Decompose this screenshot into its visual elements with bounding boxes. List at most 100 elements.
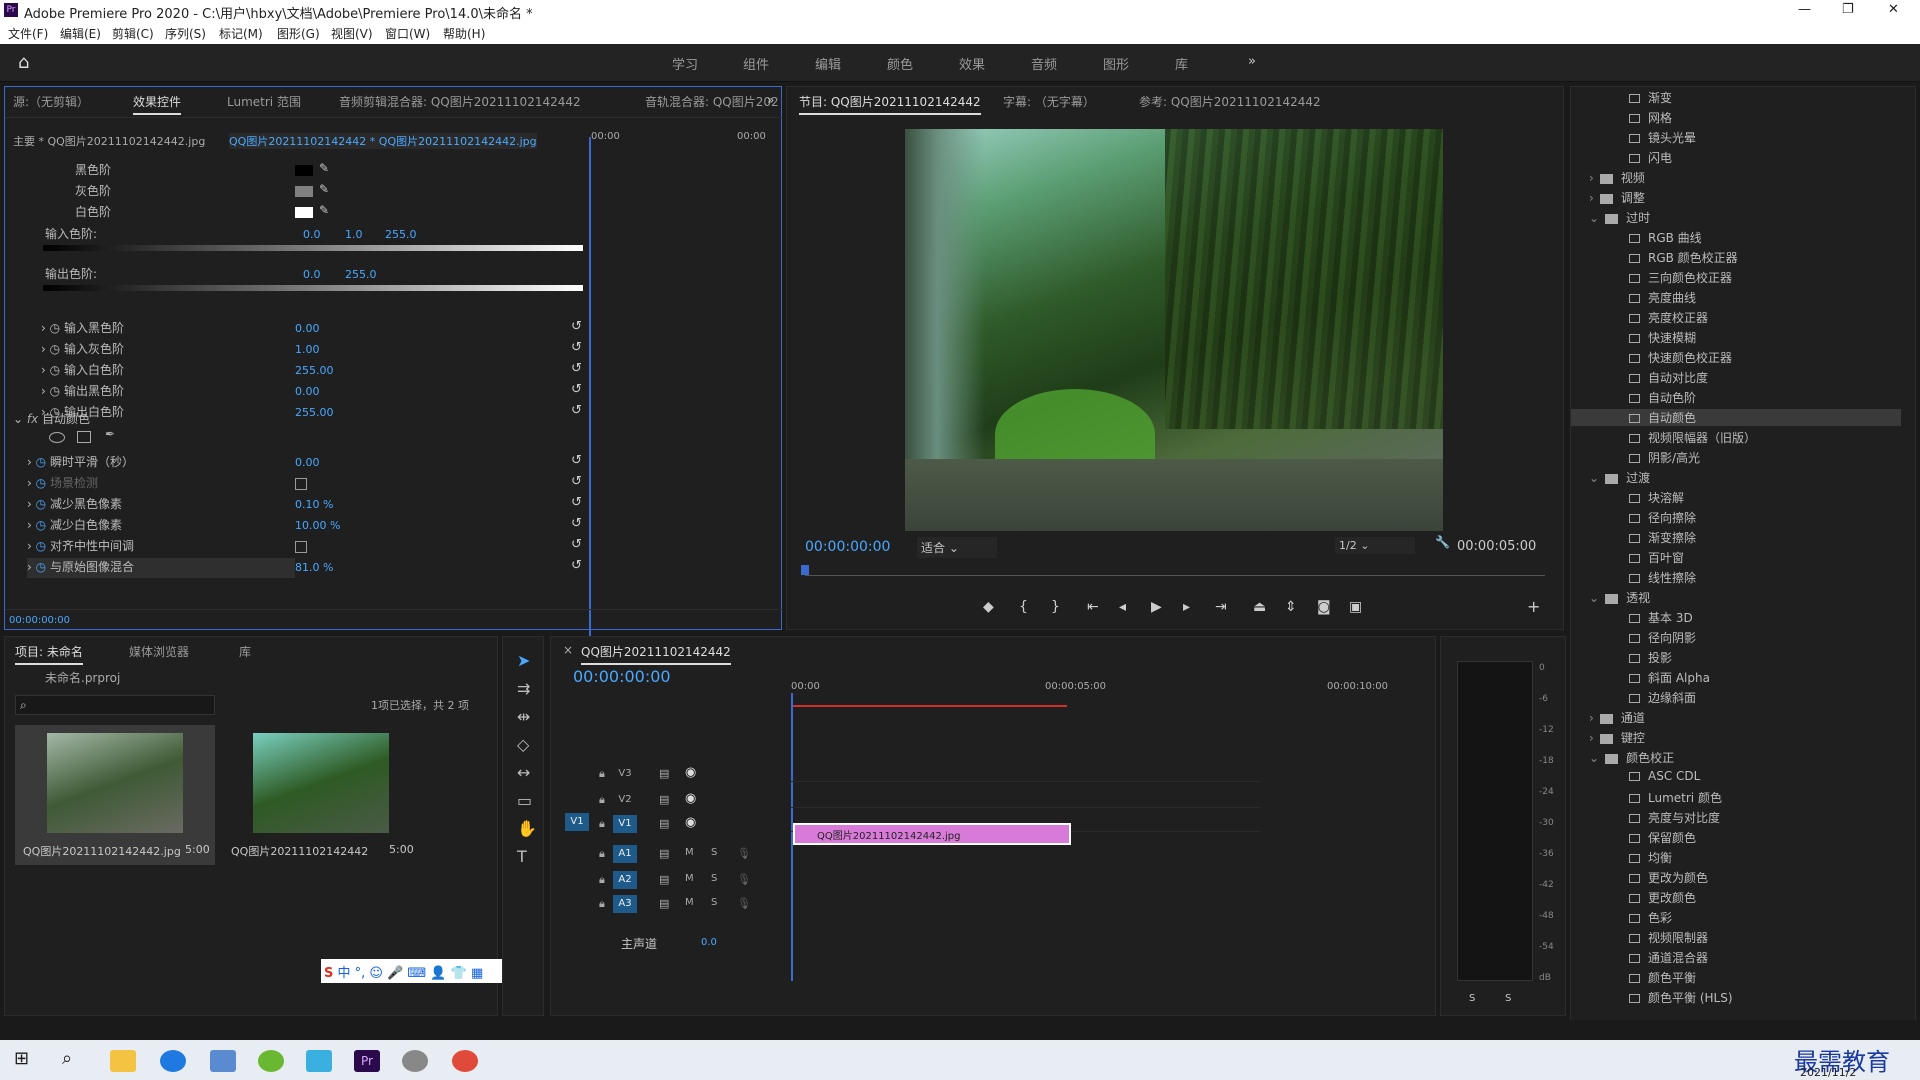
search-input[interactable]: ⌕ (15, 695, 215, 715)
param-value[interactable]: 255.00 (295, 364, 334, 377)
tab-source[interactable]: 源:（无剪辑） (13, 93, 89, 110)
track-select-tool-icon[interactable]: ⇉ (517, 679, 530, 698)
effect-item[interactable]: 通道混合器 (1571, 949, 1901, 966)
menu-sequence[interactable]: 序列(S) (165, 25, 206, 42)
add-button-icon[interactable]: + (1527, 597, 1540, 616)
stopwatch-icon[interactable]: ◷ (36, 539, 46, 553)
mic-icon[interactable]: 🎙︎ (737, 873, 751, 886)
program-scrubber[interactable] (805, 575, 1545, 576)
master-clip-label[interactable]: 主要 * QQ图片20211102142442.jpg (13, 133, 205, 149)
film-icon[interactable]: ▤ (659, 847, 669, 860)
reset-icon[interactable]: ↺ (571, 340, 582, 355)
pen-tool-icon[interactable]: ▭ (517, 791, 532, 810)
effect-item[interactable]: 径向阴影 (1571, 629, 1901, 646)
tab-audio-track-mixer[interactable]: 音轨混合器: QQ图片202 (645, 93, 779, 110)
effect-item[interactable]: 网格 (1571, 109, 1901, 126)
effect-item[interactable]: ASC CDL (1571, 769, 1901, 783)
param-value[interactable]: 81.0 % (295, 561, 333, 574)
chevron-down-icon[interactable]: ⌄ (1589, 471, 1599, 485)
razor-tool-icon[interactable]: ◇ (517, 735, 529, 754)
go-to-out-icon[interactable]: ⇥ (1215, 599, 1227, 615)
resolution-select[interactable]: 1/2 ⌄ (1335, 537, 1415, 554)
wrench-icon[interactable]: 🔧 (1435, 535, 1450, 549)
track-target-button[interactable]: A3 (613, 895, 637, 913)
panel-overflow-icon[interactable]: » (767, 93, 774, 107)
ime-toolbar[interactable]: S 中 °, ☺ 🎤 ⌨ 👤 👕 ▦ (321, 959, 531, 983)
param-value[interactable]: 0.00 (295, 456, 320, 469)
reset-icon[interactable]: ↺ (571, 361, 582, 376)
lock-icon[interactable]: 🔒︎ (599, 873, 605, 887)
eye-icon[interactable]: ◉ (685, 815, 696, 830)
eye-icon[interactable]: ◉ (685, 765, 696, 780)
mic-icon[interactable]: 🎙︎ (737, 897, 751, 910)
chevron-right-icon[interactable]: › (1589, 711, 1594, 725)
lock-icon[interactable]: 🔒︎ (599, 897, 605, 911)
workspace-audio[interactable]: 音频 (1031, 54, 1057, 73)
param-row[interactable]: › ◷ 减少黑色像素 (27, 495, 295, 515)
go-to-in-icon[interactable]: ⇤ (1087, 599, 1099, 615)
effect-item[interactable]: 斜面 Alpha (1571, 669, 1901, 686)
tab-lumetri-scopes[interactable]: Lumetri 范围 (227, 93, 301, 110)
chevron-right-icon[interactable]: › (27, 476, 32, 490)
app-icon[interactable] (258, 1050, 284, 1072)
program-playhead[interactable] (801, 565, 809, 575)
premiere-taskbar-icon[interactable]: Pr (354, 1050, 380, 1072)
close-button[interactable]: ✕ (1888, 2, 1899, 17)
mute-button[interactable]: M (685, 847, 694, 858)
app-icon[interactable] (306, 1050, 332, 1072)
reset-icon[interactable]: ↺ (571, 453, 582, 468)
effect-item[interactable]: 渐变 (1571, 89, 1901, 106)
reset-icon[interactable]: ↺ (571, 319, 582, 334)
workspace-effects[interactable]: 效果 (959, 54, 985, 73)
effect-item[interactable]: 基本 3D (1571, 609, 1901, 626)
input-gray-value[interactable]: 1.0 (345, 228, 363, 241)
effect-item[interactable]: 阴影/高光 (1571, 449, 1901, 466)
workspace-learn[interactable]: 学习 (672, 54, 698, 73)
chevron-down-icon[interactable]: ⌄ (1589, 591, 1599, 605)
menu-clip[interactable]: 剪辑(C) (112, 25, 154, 42)
stopwatch-icon[interactable]: ◷ (50, 384, 60, 398)
track-target-button[interactable]: V2 (613, 791, 637, 809)
effect-folder[interactable]: ⌄ 过渡 (1571, 469, 1901, 486)
effect-item[interactable]: 百叶窗 (1571, 549, 1901, 566)
stopwatch-icon[interactable]: ◷ (50, 342, 60, 356)
app-icon[interactable] (402, 1050, 428, 1072)
menu-window[interactable]: 窗口(W) (385, 25, 430, 42)
lock-icon[interactable]: 🔒︎ (599, 767, 605, 781)
reset-icon[interactable]: ↺ (571, 558, 582, 573)
file-explorer-icon[interactable] (110, 1050, 136, 1072)
track-target-button[interactable]: V1 (613, 815, 637, 833)
param-row[interactable]: › ◷ 场景检测 (27, 474, 295, 494)
track-target-button[interactable]: A2 (613, 871, 637, 889)
reset-icon[interactable]: ↺ (571, 474, 582, 489)
chevron-right-icon[interactable]: › (27, 518, 32, 532)
effect-item[interactable]: RGB 曲线 (1571, 229, 1901, 246)
effect-folder[interactable]: ⌄ 颜色校正 (1571, 749, 1901, 766)
source-patch-v1[interactable]: V1 (565, 813, 589, 831)
work-area-bar[interactable] (791, 705, 1067, 707)
gray-swatch[interactable] (295, 186, 313, 197)
effect-item[interactable]: 亮度曲线 (1571, 289, 1901, 306)
effect-item[interactable]: 投影 (1571, 649, 1901, 666)
solo-button[interactable]: S (711, 897, 717, 908)
windows-start-icon[interactable]: ⊞ (14, 1048, 29, 1069)
effect-item[interactable]: 自动色阶 (1571, 389, 1901, 406)
lock-icon[interactable]: 🔒︎ (599, 817, 605, 831)
stopwatch-icon[interactable]: ◷ (36, 497, 46, 511)
reset-icon[interactable]: ↺ (571, 537, 582, 552)
pen-mask-icon[interactable]: ✒ (105, 427, 115, 441)
effect-item[interactable]: 快速颜色校正器 (1571, 349, 1901, 366)
more-workspaces-icon[interactable]: » (1248, 54, 1256, 69)
reset-icon[interactable]: ↺ (571, 516, 582, 531)
effect-item[interactable]: RGB 颜色校正器 (1571, 249, 1901, 266)
effect-item[interactable]: 更改为颜色 (1571, 869, 1901, 886)
solo-right-button[interactable]: S (1505, 993, 1511, 1004)
checkbox[interactable] (295, 541, 307, 553)
param-value[interactable]: 0.00 (295, 385, 320, 398)
effect-item[interactable]: 颜色平衡 (HLS) (1571, 989, 1901, 1006)
chevron-right-icon[interactable]: › (1589, 191, 1594, 205)
effect-item[interactable]: 自动对比度 (1571, 369, 1901, 386)
timeline-timecode[interactable]: 00:00:00:00 (573, 667, 671, 686)
menu-marker[interactable]: 标记(M) (219, 25, 263, 42)
menu-graphics[interactable]: 图形(G) (277, 25, 320, 42)
